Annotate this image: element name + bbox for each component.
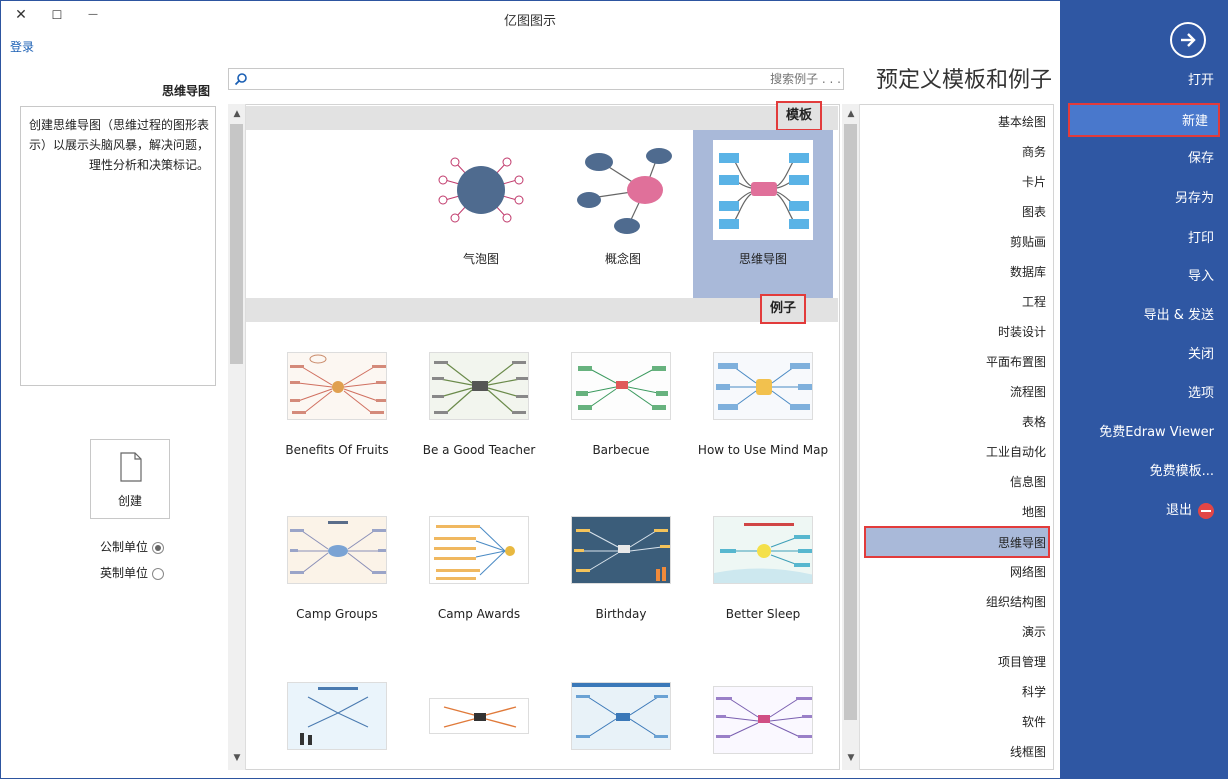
- preview-title: 思维导图: [161, 84, 210, 98]
- panel-title: 预定义模板和例子: [875, 68, 1052, 93]
- example-thumbnail: [713, 686, 813, 754]
- menu-free-viewer[interactable]: 免费Edraw Viewer: [1060, 416, 1228, 450]
- category-item[interactable]: 基本绘图: [864, 107, 1050, 137]
- category-item-mind-map[interactable]: 思维导图: [864, 526, 1050, 558]
- category-item[interactable]: 商务: [864, 137, 1050, 167]
- category-item[interactable]: 数据库: [864, 257, 1050, 287]
- file-menu-panel: 打开 新建 保存 另存为 打印 导入 导出 & 发送 关闭 选项 免费Edraw…: [1060, 0, 1228, 779]
- category-item[interactable]: 信息图: [864, 467, 1050, 497]
- menu-new[interactable]: 新建: [1068, 103, 1220, 137]
- menu-options[interactable]: 选项: [1060, 377, 1228, 411]
- template-label: 气泡图: [462, 252, 499, 266]
- scroll-up-arrow-icon[interactable]: ▲: [843, 106, 859, 122]
- example-thumbnail: [713, 352, 813, 420]
- category-item[interactable]: 地图: [864, 497, 1050, 527]
- template-mind-map[interactable]: 思维导图: [693, 130, 833, 298]
- category-item[interactable]: 网络图: [864, 557, 1050, 587]
- bubble-chart-template-icon: [438, 157, 524, 223]
- menu-save[interactable]: 保存: [1060, 142, 1228, 176]
- search-icon[interactable]: [234, 72, 248, 86]
- menu-import[interactable]: 导入: [1060, 260, 1228, 294]
- create-button[interactable]: 创建: [90, 439, 170, 519]
- login-link[interactable]: 登录: [10, 38, 34, 55]
- example-label: Barbecue: [592, 443, 650, 457]
- category-item[interactable]: 工程: [864, 287, 1050, 317]
- metric-units-radio[interactable]: [152, 541, 165, 554]
- category-item[interactable]: 平面布置图: [864, 347, 1050, 377]
- example-thumbnail: [429, 698, 529, 734]
- menu-export-send[interactable]: 导出 & 发送: [1060, 299, 1228, 333]
- create-button-label: 创建: [117, 494, 142, 508]
- example-thumbnail: [571, 516, 671, 584]
- menu-exit-label: 退出: [1165, 503, 1192, 518]
- back-button[interactable]: [1170, 22, 1206, 58]
- imperial-units-radio[interactable]: [152, 567, 165, 580]
- template-label: 思维导图: [738, 252, 787, 266]
- category-item[interactable]: 组织结构图: [864, 587, 1050, 617]
- category-item[interactable]: 流程图: [864, 377, 1050, 407]
- category-item[interactable]: 剪贴画: [864, 227, 1050, 257]
- category-item[interactable]: 线框图: [864, 737, 1050, 767]
- imperial-units-label: 英制单位: [100, 566, 149, 580]
- concept-map-template-icon: [577, 148, 672, 234]
- category-item[interactable]: 卡片: [864, 167, 1050, 197]
- examples-section-label: 例子: [760, 294, 807, 324]
- templates-section-label: 模板: [776, 101, 823, 131]
- template-bubble-chart[interactable]: 气泡图: [411, 130, 551, 298]
- arrow-right-icon: [1181, 33, 1196, 47]
- examples-section-header: [246, 298, 838, 322]
- category-item[interactable]: 表格: [864, 407, 1050, 437]
- example-label: Benefits Of Fruits: [285, 443, 389, 457]
- template-label: 概念图: [604, 252, 641, 266]
- scroll-down-arrow-icon[interactable]: ▼: [843, 750, 859, 766]
- gallery-scrollbar[interactable]: ▲ ▼: [228, 104, 246, 770]
- scroll-up-arrow-icon[interactable]: ▲: [229, 106, 245, 122]
- example-label: Camp Awards: [437, 607, 521, 621]
- menu-exit[interactable]: 退出: [1060, 494, 1228, 528]
- exit-icon: [1198, 502, 1214, 519]
- menu-open[interactable]: 打开: [1060, 64, 1228, 98]
- mind-map-template-icon: [713, 140, 813, 240]
- new-document-icon: [120, 452, 142, 482]
- category-scroll-thumb[interactable]: [844, 124, 857, 720]
- menu-free-templates[interactable]: 免费模板...: [1060, 455, 1228, 489]
- templates-section-header: [246, 106, 838, 130]
- example-label: Be a Good Teacher: [422, 443, 536, 457]
- example-thumbnail: [429, 516, 529, 584]
- example-label: Camp Groups: [296, 607, 378, 621]
- template-concept-map[interactable]: 概念图: [553, 130, 693, 298]
- category-item[interactable]: 软件: [864, 707, 1050, 737]
- example-thumbnail: [429, 352, 529, 420]
- search-input[interactable]: [261, 71, 841, 87]
- template-description: 创建思维导图（思维过程的图形表示）以展示头脑风暴，解决问题，理性分析和决策标记。: [20, 106, 216, 386]
- example-label: Better Sleep: [725, 607, 801, 621]
- menu-print[interactable]: 打印: [1060, 222, 1228, 256]
- category-item[interactable]: 工业自动化: [864, 437, 1050, 467]
- category-item[interactable]: 时装设计: [864, 317, 1050, 347]
- category-item[interactable]: 科学: [864, 677, 1050, 707]
- scroll-down-arrow-icon[interactable]: ▼: [229, 750, 245, 766]
- category-scrollbar[interactable]: ▲ ▼: [842, 104, 860, 770]
- menu-save-as[interactable]: 另存为: [1060, 182, 1228, 216]
- category-item[interactable]: 演示: [864, 617, 1050, 647]
- example-thumbnail: [287, 516, 387, 584]
- example-thumbnail: [571, 682, 671, 750]
- example-label: How to Use Mind Map: [697, 443, 829, 457]
- category-item[interactable]: 图表: [864, 197, 1050, 227]
- example-label: Birthday: [595, 607, 647, 621]
- gallery-scroll-thumb[interactable]: [230, 124, 243, 364]
- example-thumbnail: [287, 352, 387, 420]
- metric-units-option[interactable]: 公制单位: [100, 538, 180, 556]
- window-title: 亿图图示: [503, 14, 556, 29]
- imperial-units-option[interactable]: 英制单位: [100, 564, 180, 582]
- search-box[interactable]: [228, 68, 844, 90]
- menu-close[interactable]: 关闭: [1060, 338, 1228, 372]
- example-thumbnail: [571, 352, 671, 420]
- example-thumbnail: [287, 682, 387, 750]
- example-thumbnail: [713, 516, 813, 584]
- category-item[interactable]: 项目管理: [864, 647, 1050, 677]
- metric-units-label: 公制单位: [100, 540, 149, 554]
